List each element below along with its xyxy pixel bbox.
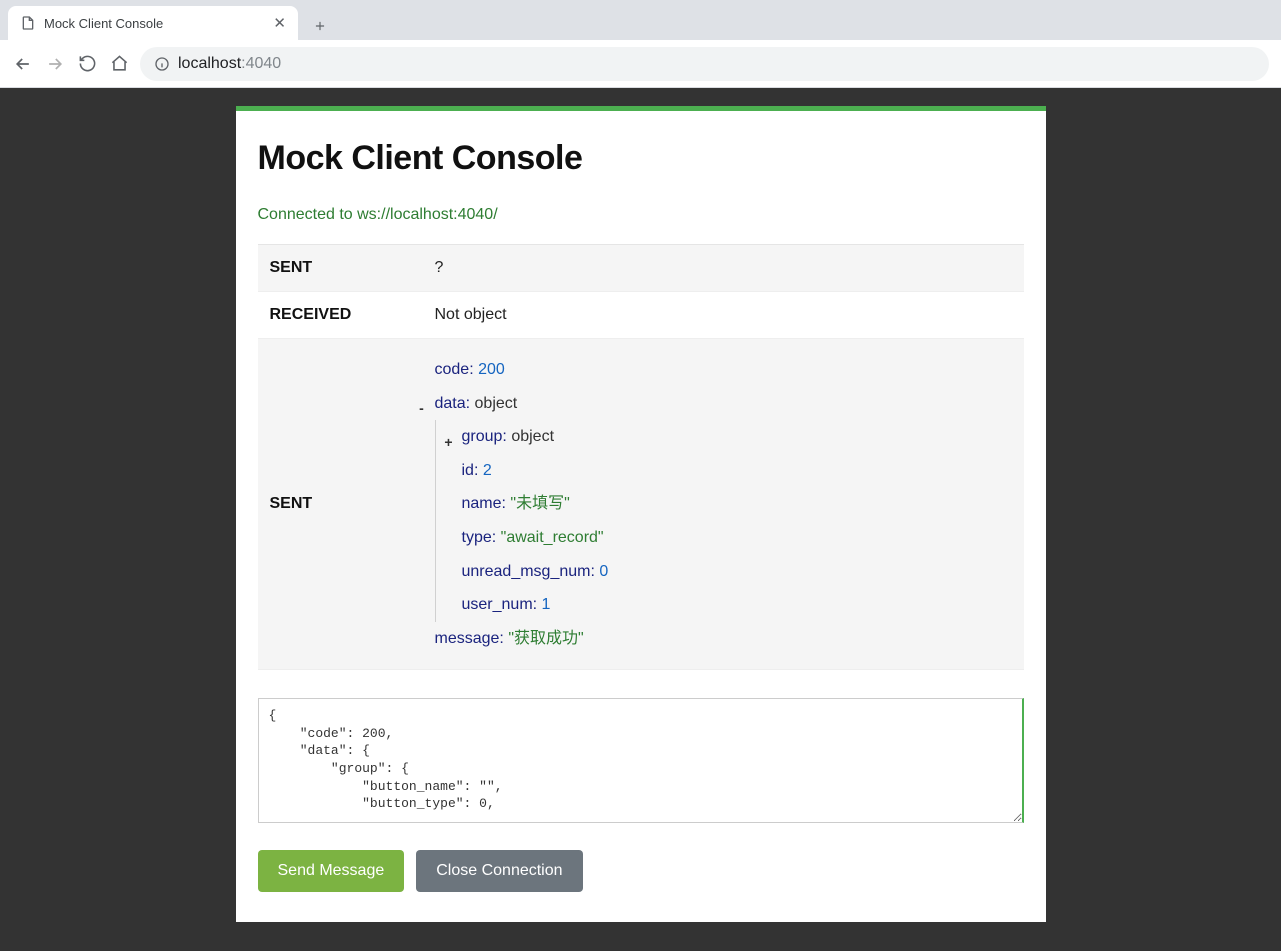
json-node-message: message: "获取成功" — [435, 622, 1012, 656]
log-row-received: RECEIVED Not object — [258, 292, 1024, 339]
site-info-icon[interactable] — [154, 56, 170, 72]
log-body: Not object — [423, 292, 1024, 338]
button-row: Send Message Close Connection — [258, 850, 1024, 892]
connection-status: Connected to ws://localhost:4040/ — [258, 206, 1024, 224]
json-node-usernum: user_num: 1 — [462, 588, 1012, 622]
url-host: localhost — [178, 55, 241, 72]
page-card: Mock Client Console Connected to ws://lo… — [236, 106, 1046, 922]
tab-strip: Mock Client Console ✕ — [0, 0, 1281, 40]
browser-chrome: Mock Client Console ✕ localhost:4040 — [0, 0, 1281, 88]
home-button[interactable] — [108, 53, 130, 75]
forward-button[interactable] — [44, 53, 66, 75]
send-message-button[interactable]: Send Message — [258, 850, 405, 892]
page-title: Mock Client Console — [258, 139, 1024, 178]
new-tab-button[interactable] — [306, 12, 334, 40]
log-body: ? — [423, 245, 1024, 291]
log-row-sent-1: SENT ? — [258, 245, 1024, 292]
address-bar[interactable]: localhost:4040 — [140, 47, 1269, 81]
address-bar-url: localhost:4040 — [178, 55, 281, 73]
json-node-type: type: "await_record" — [462, 521, 1012, 555]
log-row-sent-2: SENT code: 200 - data: object — [258, 339, 1024, 670]
json-node-data: - data: object + group: object id: 2 — [435, 387, 1012, 622]
browser-toolbar: localhost:4040 — [0, 40, 1281, 88]
json-node-unread: unread_msg_num: 0 — [462, 555, 1012, 589]
log-body-json: code: 200 - data: object + group: object — [423, 339, 1024, 669]
log-label: SENT — [258, 245, 423, 291]
json-node-code: code: 200 — [435, 353, 1012, 387]
json-node-group: + group: object — [462, 420, 1012, 454]
expand-icon[interactable]: + — [442, 428, 456, 457]
json-node-id: id: 2 — [462, 454, 1012, 488]
log-label: SENT — [258, 339, 423, 669]
back-button[interactable] — [12, 53, 34, 75]
close-tab-icon[interactable]: ✕ — [273, 14, 286, 32]
browser-tab[interactable]: Mock Client Console ✕ — [8, 6, 298, 40]
page-viewport: Mock Client Console Connected to ws://lo… — [0, 88, 1281, 951]
tab-title: Mock Client Console — [44, 16, 265, 31]
reload-button[interactable] — [76, 53, 98, 75]
collapse-icon[interactable]: - — [415, 394, 429, 423]
log-label: RECEIVED — [258, 292, 423, 338]
close-connection-button[interactable]: Close Connection — [416, 850, 582, 892]
url-port: :4040 — [241, 55, 281, 72]
json-tree: code: 200 - data: object + group: object — [435, 353, 1012, 655]
json-node-name: name: "未填写" — [462, 487, 1012, 521]
message-input[interactable] — [258, 698, 1024, 823]
page-icon — [20, 15, 36, 31]
message-log: SENT ? RECEIVED Not object SENT code: 20… — [258, 244, 1024, 670]
